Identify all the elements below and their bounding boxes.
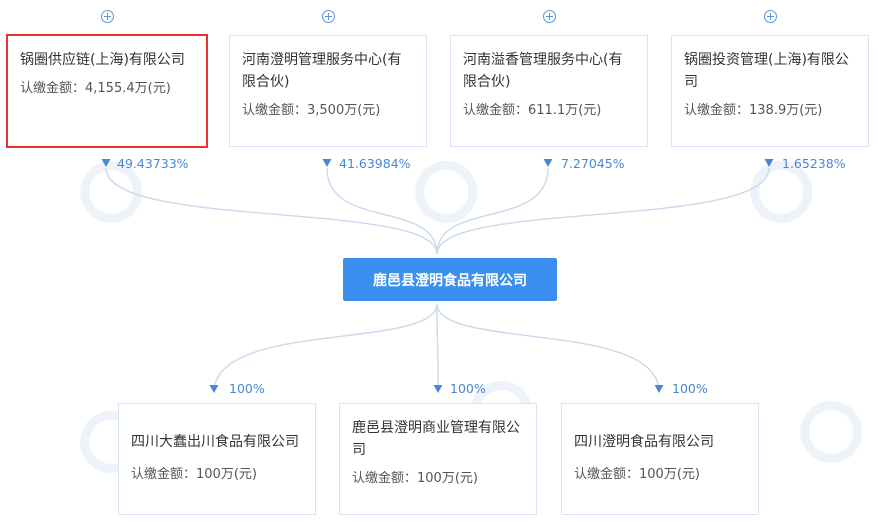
connector-line xyxy=(326,167,438,255)
shareholder-card[interactable]: 锅圈投资管理(上海)有限公司 认缴金额：138.9万(元) xyxy=(671,35,869,147)
plus-circle-icon[interactable] xyxy=(764,10,777,23)
connector-line xyxy=(213,303,438,393)
subsidiary-name: 四川大蠢出川食品有限公司 xyxy=(131,434,299,450)
subsidiary-card[interactable]: 鹿邑县澄明商业管理有限公司 认缴金额：100万(元) xyxy=(339,403,537,515)
subsidiary-amount: 认缴金额：100万(元) xyxy=(574,467,700,482)
shareholding-percent: 1.65238% xyxy=(782,156,846,171)
shareholder-name: 河南澄明管理服务中心(有限合伙) xyxy=(242,52,402,90)
investment-percent: 100% xyxy=(450,381,486,396)
shareholder-amount: 认缴金额：138.9万(元) xyxy=(684,103,823,118)
plus-circle-icon[interactable] xyxy=(322,10,335,23)
connector-line xyxy=(436,303,439,393)
shareholder-amount: 认缴金额：611.1万(元) xyxy=(463,103,602,118)
shareholder-card[interactable]: 河南澄明管理服务中心(有限合伙) 认缴金额：3,500万(元) xyxy=(229,35,427,147)
arrow-down-icon xyxy=(322,159,332,167)
subsidiary-card[interactable]: 四川澄明食品有限公司 认缴金额：100万(元) xyxy=(561,403,759,515)
arrow-down-icon xyxy=(433,385,443,393)
center-company-node[interactable]: 鹿邑县澄明食品有限公司 xyxy=(343,258,557,301)
shareholder-name: 锅圈投资管理(上海)有限公司 xyxy=(684,52,849,90)
arrow-down-icon xyxy=(543,159,553,167)
shareholding-percent: 7.27045% xyxy=(561,156,625,171)
connector-line xyxy=(436,167,770,255)
shareholder-card[interactable]: 锅圈供应链(上海)有限公司 认缴金额：4,155.4万(元) xyxy=(6,34,208,148)
shareholder-amount: 认缴金额：4,155.4万(元) xyxy=(20,81,171,96)
shareholder-amount: 认缴金额：3,500万(元) xyxy=(242,103,381,118)
shareholder-name: 河南溢香管理服务中心(有限合伙) xyxy=(463,52,623,90)
shareholding-percent: 41.63984% xyxy=(339,156,411,171)
subsidiary-amount: 认缴金额：100万(元) xyxy=(131,467,257,482)
plus-circle-icon[interactable] xyxy=(543,10,556,23)
investment-percent: 100% xyxy=(229,381,265,396)
center-company-name: 鹿邑县澄明食品有限公司 xyxy=(373,272,527,289)
subsidiary-amount: 认缴金额：100万(元) xyxy=(352,471,478,486)
arrow-down-icon xyxy=(764,159,774,167)
shareholding-percent: 49.43733% xyxy=(117,156,189,171)
investment-percent: 100% xyxy=(672,381,708,396)
arrow-down-icon xyxy=(209,385,219,393)
shareholder-name: 锅圈供应链(上海)有限公司 xyxy=(20,52,185,68)
shareholder-card[interactable]: 河南溢香管理服务中心(有限合伙) 认缴金额：611.1万(元) xyxy=(450,35,648,147)
connector-line xyxy=(105,167,438,255)
subsidiary-name: 四川澄明食品有限公司 xyxy=(574,434,714,450)
arrow-down-icon xyxy=(654,385,664,393)
subsidiary-name: 鹿邑县澄明商业管理有限公司 xyxy=(352,420,520,458)
plus-circle-icon[interactable] xyxy=(101,10,114,23)
connector-line xyxy=(436,167,549,255)
connector-line xyxy=(436,303,660,393)
arrow-down-icon xyxy=(101,159,111,167)
subsidiary-card[interactable]: 四川大蠢出川食品有限公司 认缴金额：100万(元) xyxy=(118,403,316,515)
